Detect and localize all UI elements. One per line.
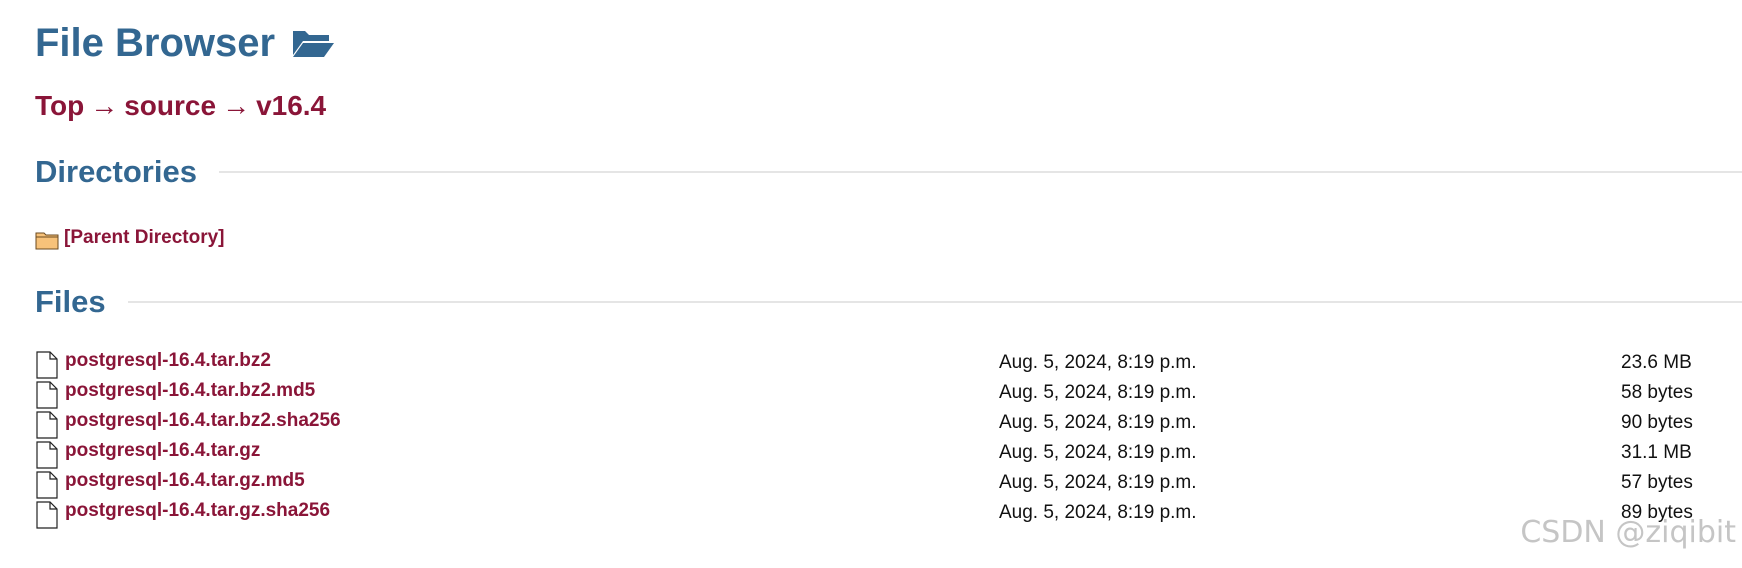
page-title: File Browser [35,18,335,68]
breadcrumb-current: v16.4 [256,90,327,121]
breadcrumb: Top → source → v16.4 [35,90,326,122]
directory-item-parent[interactable]: [Parent Directory] [35,224,225,252]
file-icon [36,471,58,499]
file-icon [36,381,58,409]
file-date: Aug. 5, 2024, 8:19 p.m. [999,412,1197,433]
file-size: 23.6 MB [1621,352,1692,373]
page-title-text: File Browser [35,20,276,65]
file-size: 57 bytes [1621,472,1693,493]
directories-header: Directories [35,152,1742,192]
file-icon [36,441,58,469]
file-link[interactable]: postgresql-16.4.tar.bz2.sha256 [65,410,341,432]
folder-open-icon [293,31,335,57]
breadcrumb-separator: → [222,90,251,121]
watermark: CSDN @ziqibit [1520,515,1736,550]
section-divider [218,171,1742,173]
file-link[interactable]: postgresql-16.4.tar.bz2.md5 [65,380,315,402]
file-row: postgresql-16.4.tar.bz2.sha256 Aug. 5, 2… [35,409,1705,439]
file-size: 31.1 MB [1621,442,1692,463]
file-row: postgresql-16.4.tar.bz2 Aug. 5, 2024, 8:… [35,349,1705,379]
file-date: Aug. 5, 2024, 8:19 p.m. [999,502,1197,523]
file-link[interactable]: postgresql-16.4.tar.gz [65,440,260,462]
file-size: 90 bytes [1621,412,1693,433]
file-date: Aug. 5, 2024, 8:19 p.m. [999,472,1197,493]
file-list: postgresql-16.4.tar.bz2 Aug. 5, 2024, 8:… [35,349,1705,529]
directories-title: Directories [35,154,197,189]
file-row: postgresql-16.4.tar.gz.md5 Aug. 5, 2024,… [35,469,1705,499]
folder-icon [35,232,59,250]
file-row: postgresql-16.4.tar.gz.sha256 Aug. 5, 20… [35,499,1705,529]
file-row: postgresql-16.4.tar.gz Aug. 5, 2024, 8:1… [35,439,1705,469]
file-row: postgresql-16.4.tar.bz2.md5 Aug. 5, 2024… [35,379,1705,409]
file-date: Aug. 5, 2024, 8:19 p.m. [999,352,1197,373]
files-header: Files [35,282,1742,322]
file-size: 58 bytes [1621,382,1693,403]
section-divider [127,301,1742,303]
breadcrumb-separator: → [90,90,119,121]
file-date: Aug. 5, 2024, 8:19 p.m. [999,382,1197,403]
file-icon [36,501,58,529]
file-link[interactable]: postgresql-16.4.tar.gz.md5 [65,470,305,492]
file-link[interactable]: postgresql-16.4.tar.gz.sha256 [65,500,330,522]
file-date: Aug. 5, 2024, 8:19 p.m. [999,442,1197,463]
breadcrumb-source-link[interactable]: source [124,90,216,121]
breadcrumb-top-link[interactable]: Top [35,90,84,121]
file-icon [36,411,58,439]
files-title: Files [35,284,106,319]
file-link[interactable]: postgresql-16.4.tar.bz2 [65,350,271,372]
file-icon [36,351,58,379]
parent-directory-link[interactable]: [Parent Directory] [64,227,225,249]
